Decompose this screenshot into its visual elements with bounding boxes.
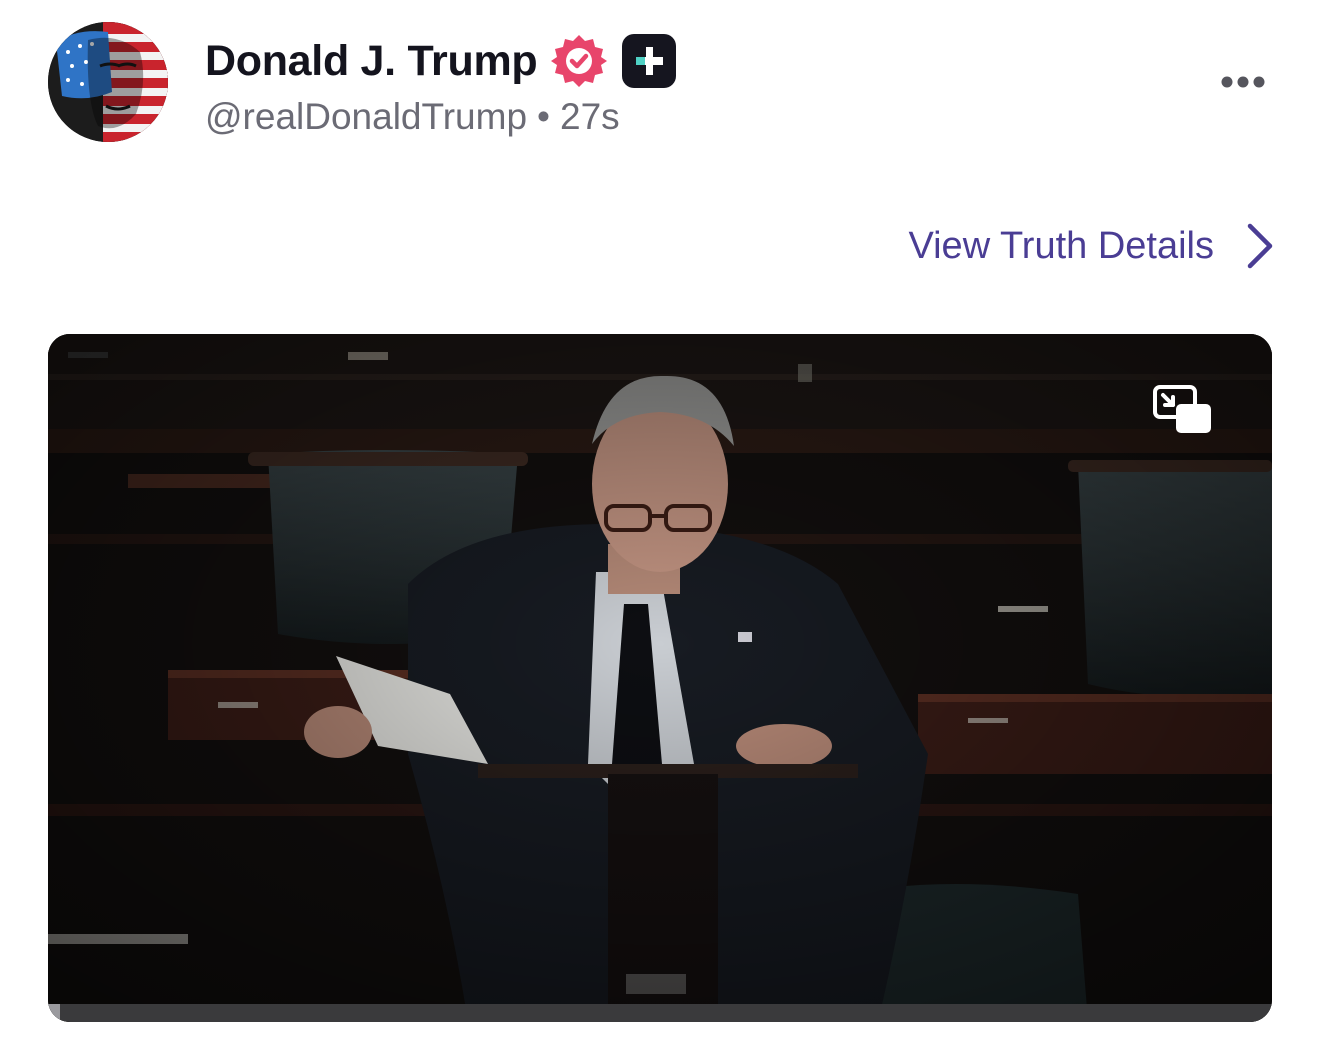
truth-plus-icon (621, 33, 677, 89)
picture-in-picture-button[interactable] (1152, 384, 1214, 436)
author-display-name[interactable]: Donald J. Trump (205, 37, 538, 86)
video-player[interactable] (48, 334, 1272, 1022)
video-progress-fill (48, 1004, 61, 1022)
verified-badge-icon (551, 33, 608, 89)
video-frame (48, 334, 1272, 1022)
post-header: Donald J. Trump @realDonaldTrump • 27s (0, 0, 1320, 170)
view-truth-details-link[interactable]: View Truth Details (908, 222, 1276, 270)
author-handle[interactable]: @realDonaldTrump (205, 96, 527, 137)
video-progress-track[interactable] (48, 1004, 1272, 1022)
avatar-image (48, 22, 168, 142)
chevron-right-icon (1247, 223, 1273, 269)
post-timestamp[interactable]: 27s (560, 96, 620, 137)
author-name-row: Donald J. Trump (205, 34, 677, 88)
avatar[interactable] (48, 22, 168, 142)
more-horizontal-icon (1221, 76, 1265, 88)
author-meta: @realDonaldTrump • 27s (205, 96, 620, 138)
view-truth-details-label: View Truth Details (908, 224, 1214, 267)
picture-in-picture-icon (1153, 385, 1211, 433)
more-options-button[interactable] (1215, 62, 1271, 102)
meta-separator: • (537, 96, 551, 137)
